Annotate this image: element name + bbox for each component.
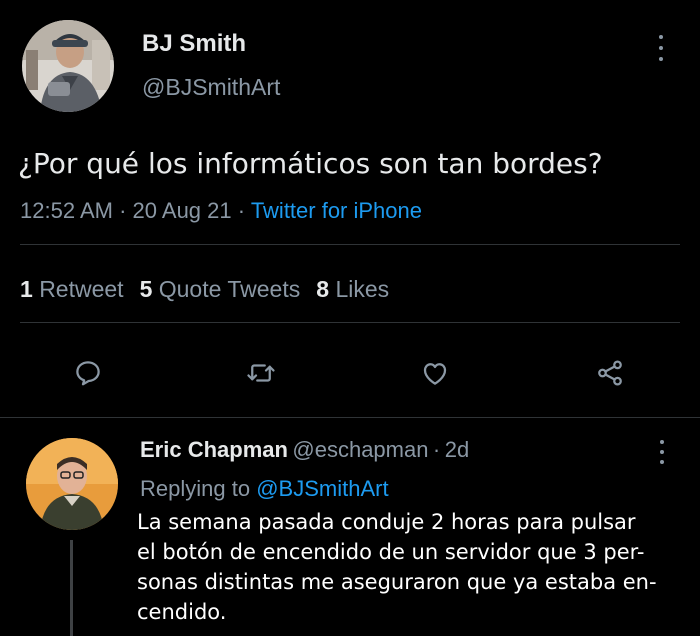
share-icon <box>598 360 622 386</box>
reply-author-handle[interactable]: @eschapman <box>292 437 428 462</box>
tweet-meta: 12:52 AM · 20 Aug 21 · Twitter for iPhon… <box>20 198 422 224</box>
tweet-text: ¿Por qué los informáticos son tan bordes… <box>18 147 603 180</box>
reply-text-line: sonas distintas me aseguraron que ya est… <box>137 570 657 594</box>
replying-to: Replying to @BJSmithArt <box>140 476 389 502</box>
reply-button[interactable] <box>68 353 108 393</box>
heart-icon <box>423 363 447 385</box>
reply-text-line: cendido. <box>137 600 227 624</box>
author-avatar-image <box>22 20 114 112</box>
reply-avatar-image <box>26 438 118 530</box>
retweets-count: 1 <box>20 276 33 302</box>
thread-line <box>70 540 73 636</box>
likes-count: 8 <box>316 276 330 302</box>
author-name[interactable]: BJ Smith <box>142 30 246 58</box>
reply-separator: · <box>432 437 441 462</box>
replying-prefix: Replying to <box>140 476 251 501</box>
share-button[interactable] <box>590 353 630 393</box>
tweet-source-link[interactable]: Twitter for iPhone <box>251 198 422 223</box>
retweets-stat[interactable]: 1 Retweet <box>20 276 124 302</box>
reply-icon <box>76 361 100 386</box>
like-button[interactable] <box>415 353 455 393</box>
more-options-icon[interactable] <box>651 35 671 61</box>
divider-middle <box>20 322 680 323</box>
retweets-label: Retweet <box>39 276 124 302</box>
meta-separator: · <box>119 198 127 223</box>
tweet-stats: 1 Retweet 5 Quote Tweets 8 Likes <box>20 276 389 303</box>
tweet-time: 12:52 AM <box>20 198 113 223</box>
divider-top <box>20 244 680 245</box>
reply-author-name[interactable]: Eric Chapman <box>140 437 288 462</box>
likes-label: Likes <box>335 276 390 302</box>
retweet-button[interactable] <box>241 353 281 393</box>
divider-bottom <box>0 417 700 418</box>
replying-mention-link[interactable]: @BJSmithArt <box>256 476 388 501</box>
quotes-label: Quote Tweets <box>158 276 301 302</box>
likes-stat[interactable]: 8 Likes <box>316 276 389 302</box>
reply-text-line: el botón de encendido de un servidor que… <box>137 540 645 564</box>
quotes-stat[interactable]: 5 Quote Tweets <box>140 276 301 302</box>
reply-header: Eric Chapman @eschapman · 2d <box>140 437 469 463</box>
author-handle[interactable]: @BJSmithArt <box>142 74 280 101</box>
reply-author-avatar[interactable] <box>26 438 118 530</box>
reply-more-options-icon[interactable] <box>652 440 672 464</box>
meta-separator: · <box>237 198 246 223</box>
reply-text-line: La semana pasada conduje 2 horas para pu… <box>137 510 636 534</box>
tweet-date: 20 Aug 21 <box>132 198 232 223</box>
reply-age[interactable]: 2d <box>445 437 469 462</box>
retweet-icon <box>247 364 275 382</box>
author-avatar[interactable] <box>22 20 114 112</box>
reply-text: La semana pasada conduje 2 horas para pu… <box>137 507 657 627</box>
quotes-count: 5 <box>139 276 153 302</box>
